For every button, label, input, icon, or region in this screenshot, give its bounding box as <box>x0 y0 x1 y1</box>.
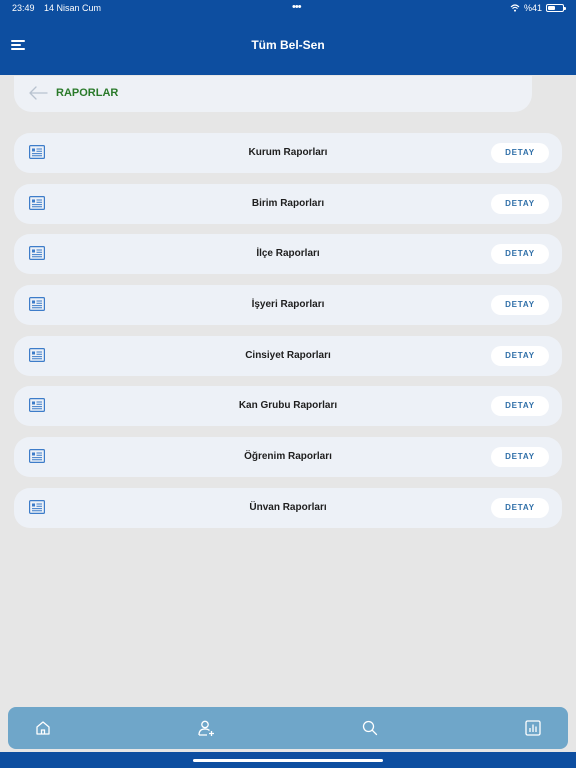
report-label: İlçe Raporları <box>256 248 320 260</box>
list-item[interactable]: Kurum Raporları DETAY <box>14 133 562 173</box>
home-icon[interactable] <box>33 718 53 738</box>
section-header: RAPORLAR <box>14 76 532 112</box>
detail-button[interactable]: DETAY <box>491 244 549 265</box>
detail-button[interactable]: DETAY <box>491 396 549 417</box>
list-item[interactable]: İlçe Raporları DETAY <box>14 234 562 275</box>
home-indicator-bar[interactable] <box>193 759 383 762</box>
detail-button[interactable]: DETAY <box>491 295 549 316</box>
list-item[interactable]: Kan Grubu Raporları DETAY <box>14 386 562 427</box>
detail-button[interactable]: DETAY <box>491 497 549 518</box>
arrow-left-icon[interactable] <box>28 85 48 101</box>
report-label: Ünvan Raporları <box>249 501 327 513</box>
top-app-bar: 23:49 14 Nisan Cum ••• %41 Tüm Bel-Sen <box>0 0 576 75</box>
section-title: RAPORLAR <box>56 87 119 99</box>
add-user-icon[interactable] <box>196 718 216 738</box>
search-icon[interactable] <box>360 718 380 738</box>
list-item[interactable]: Öğrenim Raporları DETAY <box>14 437 562 478</box>
list-item[interactable]: Birim Raporları DETAY <box>14 183 562 224</box>
list-item[interactable]: Ünvan Raporları DETAY <box>14 487 562 528</box>
report-label: İşyeri Raporları <box>251 299 325 311</box>
list-item[interactable]: İşyeri Raporları DETAY <box>14 285 562 326</box>
report-list: Kurum Raporları DETAY Birim Raporları DE… <box>14 133 562 539</box>
report-label: Cinsiyet Raporları <box>245 349 331 361</box>
wifi-icon <box>510 4 520 12</box>
status-bar: 23:49 14 Nisan Cum ••• %41 <box>12 1 566 15</box>
detail-button[interactable]: DETAY <box>491 345 549 366</box>
battery-icon <box>546 4 566 12</box>
detail-button[interactable]: DETAY <box>491 447 549 468</box>
chart-icon[interactable] <box>523 718 543 738</box>
report-label: Kan Grubu Raporları <box>238 400 338 412</box>
report-label: Birim Raporları <box>251 197 325 209</box>
report-label: Öğrenim Raporları <box>244 451 332 463</box>
bottom-nav <box>8 707 568 749</box>
battery-percent: %41 <box>523 3 542 13</box>
detail-button[interactable]: DETAY <box>491 143 549 163</box>
status-right: %41 <box>510 3 566 13</box>
status-date: 14 Nisan Cum <box>44 3 102 13</box>
list-item[interactable]: Cinsiyet Raporları DETAY <box>14 335 562 376</box>
home-indicator <box>0 752 576 768</box>
detail-button[interactable]: DETAY <box>491 193 549 214</box>
multitask-dots-icon[interactable]: ••• <box>292 1 302 13</box>
page-title: Tüm Bel-Sen <box>251 38 325 52</box>
report-label: Kurum Raporları <box>248 147 328 158</box>
status-time: 23:49 <box>12 3 35 13</box>
